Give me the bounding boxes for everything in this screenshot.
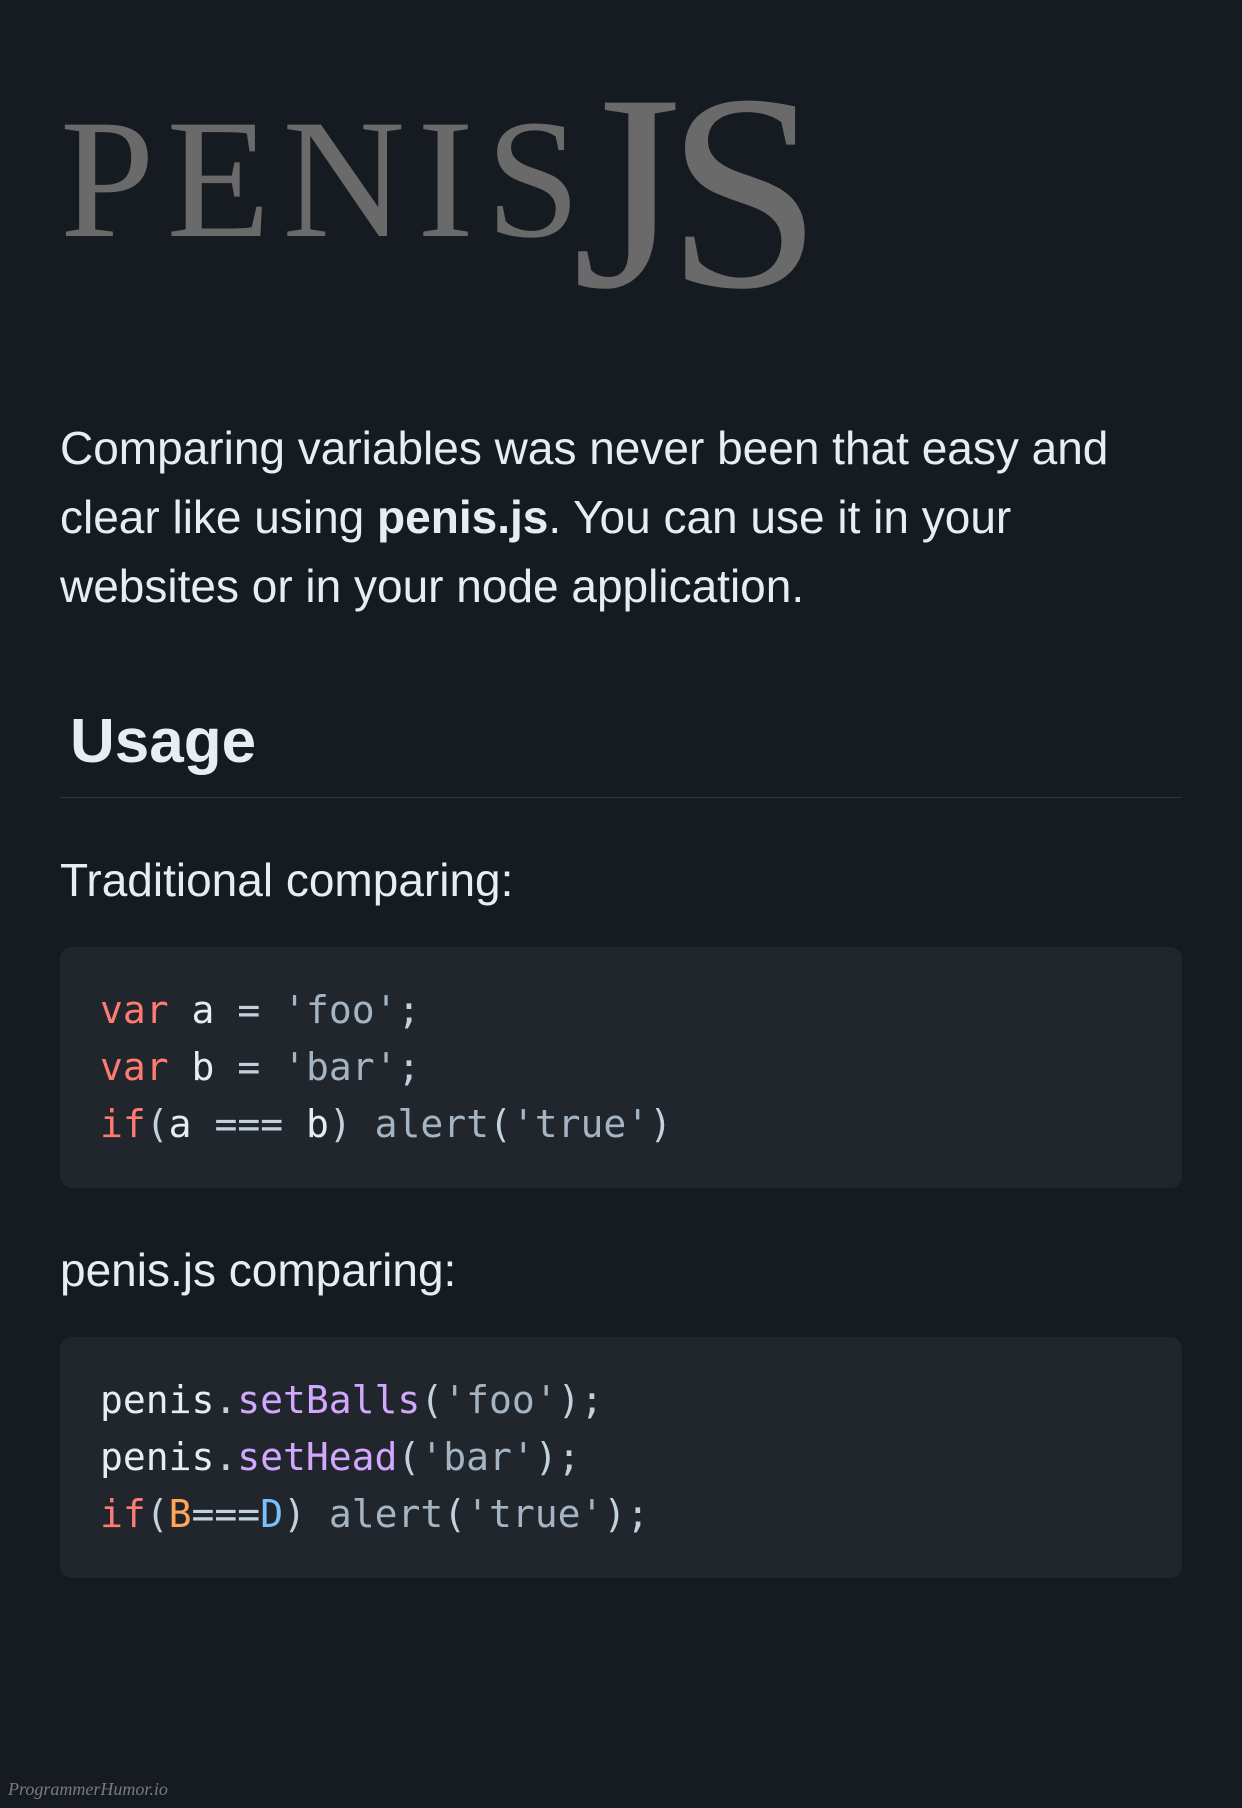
punct: ( (489, 1102, 512, 1146)
punct: . (214, 1435, 237, 1479)
penisjs-heading: penis.js comparing: (60, 1243, 1182, 1297)
watermark: ProgrammerHumor.io (8, 1779, 168, 1800)
constant-d: D (260, 1492, 283, 1536)
usage-heading: Usage (60, 706, 1182, 798)
logo-text-penis: PENIS (60, 94, 592, 264)
punct: ) (558, 1378, 581, 1422)
punct: ( (146, 1492, 169, 1536)
method: setBalls (237, 1378, 420, 1422)
object: penis (100, 1435, 214, 1479)
variable: a (192, 988, 215, 1032)
punct: ) (283, 1492, 306, 1536)
punct: ; (626, 1492, 649, 1536)
method: setHead (237, 1435, 397, 1479)
punct: ( (146, 1102, 169, 1146)
code-line: penis.setHead('bar'); (100, 1429, 1142, 1486)
string: 'foo' (283, 988, 397, 1032)
code-line: if(a === b) alert('true') (100, 1096, 1142, 1153)
punct: ( (443, 1492, 466, 1536)
string: 'true' (466, 1492, 603, 1536)
punct: . (214, 1378, 237, 1422)
punct: ) (649, 1102, 672, 1146)
punct: ; (580, 1378, 603, 1422)
constant-b: B (169, 1492, 192, 1536)
function: alert (329, 1492, 443, 1536)
punct: ( (397, 1435, 420, 1479)
traditional-heading: Traditional comparing: (60, 853, 1182, 907)
code-line: penis.setBalls('foo'); (100, 1372, 1142, 1429)
string: 'true' (512, 1102, 649, 1146)
operator: = (237, 1045, 260, 1089)
string: 'bar' (420, 1435, 534, 1479)
code-line: var a = 'foo'; (100, 982, 1142, 1039)
variable: a (169, 1102, 192, 1146)
punct: ) (329, 1102, 352, 1146)
code-line: var b = 'bar'; (100, 1039, 1142, 1096)
operator: === (214, 1102, 283, 1146)
punct: ) (535, 1435, 558, 1479)
punct: ; (558, 1435, 581, 1479)
logo: PENIS JS (60, 30, 1182, 264)
keyword: if (100, 1102, 146, 1146)
code-line: if(B===D) alert('true'); (100, 1486, 1142, 1543)
string: 'foo' (443, 1378, 557, 1422)
operator: === (192, 1492, 261, 1536)
desc-libname: penis.js (377, 491, 548, 543)
keyword: if (100, 1492, 146, 1536)
keyword: var (100, 1045, 169, 1089)
object: penis (100, 1378, 214, 1422)
code-block-penisjs: penis.setBalls('foo'); penis.setHead('ba… (60, 1337, 1182, 1578)
logo-text-js: JS (572, 80, 807, 304)
description-text: Comparing variables was never been that … (60, 414, 1182, 621)
punct: ( (420, 1378, 443, 1422)
function: alert (375, 1102, 489, 1146)
string: 'bar' (283, 1045, 397, 1089)
punct: ; (397, 988, 420, 1032)
operator: = (237, 988, 260, 1032)
punct: ) (603, 1492, 626, 1536)
logo-section: PENIS JS (60, 0, 1182, 284)
punct: ; (397, 1045, 420, 1089)
keyword: var (100, 988, 169, 1032)
code-block-traditional: var a = 'foo'; var b = 'bar'; if(a === b… (60, 947, 1182, 1188)
variable: b (306, 1102, 329, 1146)
variable: b (192, 1045, 215, 1089)
